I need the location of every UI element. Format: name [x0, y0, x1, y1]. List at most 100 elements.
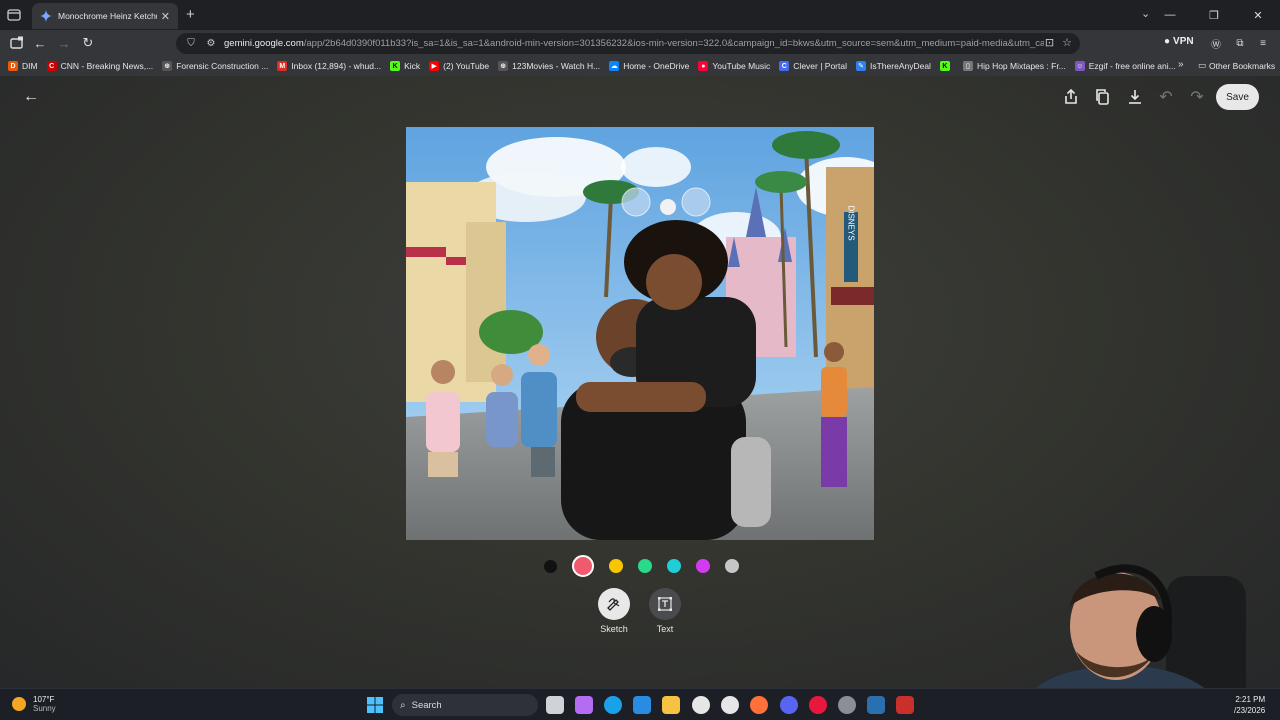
redo-icon[interactable]: ↷: [1188, 88, 1206, 106]
bookmark-icon: ⊕: [498, 61, 509, 71]
copilot-icon[interactable]: [575, 696, 593, 714]
text-icon: [649, 588, 681, 620]
bookmark-icon: M: [277, 61, 288, 71]
weather-widget[interactable]: 107°F Sunny: [12, 695, 56, 713]
text-label: Text: [656, 624, 674, 634]
tab-list-icon[interactable]: [6, 7, 22, 23]
reload-icon[interactable]: ↻: [80, 35, 96, 51]
sun-icon: [12, 697, 26, 711]
bookmark-item[interactable]: ☺ Ezgif - free online ani...: [1074, 61, 1176, 71]
bookmark-item[interactable]: ✎ IsThereAnyDeal: [856, 61, 931, 71]
undo-icon[interactable]: ↶: [1157, 88, 1175, 106]
app-g-icon[interactable]: [721, 696, 739, 714]
site-settings-icon[interactable]: ⚙: [204, 37, 218, 51]
sketch-tool-button[interactable]: Sketch: [589, 588, 639, 634]
discord-icon[interactable]: [780, 696, 798, 714]
window-controls: — ❐ ✕: [1148, 0, 1280, 30]
download-icon[interactable]: [1126, 88, 1144, 106]
more-bookmarks-icon[interactable]: »: [1178, 59, 1184, 70]
weather-desc: Sunny: [33, 704, 56, 713]
app-square-icon[interactable]: [896, 696, 914, 714]
steam-icon[interactable]: [692, 696, 710, 714]
vpn-button[interactable]: ● VPN: [1164, 36, 1194, 47]
clock-time: 2:21 PM: [1235, 695, 1266, 704]
search-label: Search: [411, 699, 442, 711]
folder-icon: ▭: [1198, 60, 1207, 70]
bookmark-star-icon[interactable]: ☆: [1062, 36, 1072, 49]
bookmarks-bar: D DIM C CNN - Breaking News,... ⊕ Forensic …: [0, 56, 1280, 76]
search-icon: ⌕: [400, 699, 406, 711]
color-palette: [544, 554, 754, 578]
bookmark-label: (2) YouTube: [443, 61, 490, 71]
color-swatch-red[interactable]: [572, 555, 594, 577]
taskbar-search[interactable]: ⌕ Search: [392, 694, 538, 716]
color-swatch-green[interactable]: [638, 559, 652, 573]
color-swatch-purple[interactable]: [696, 559, 710, 573]
bookmark-icon: C: [46, 61, 57, 71]
install-app-icon[interactable]: ⊡: [1045, 36, 1054, 49]
back-arrow-icon[interactable]: ←: [22, 88, 40, 106]
bookmark-item[interactable]: D DIM: [8, 61, 38, 71]
bookmark-label: Inbox (12,894) - whud...: [291, 61, 382, 71]
firefox-icon[interactable]: [750, 696, 768, 714]
color-swatch-yellow[interactable]: [609, 559, 623, 573]
sketch-icon: [598, 588, 630, 620]
new-tab-icon[interactable]: +: [186, 6, 195, 23]
windows-start-icon[interactable]: [367, 697, 383, 713]
bookmark-item[interactable]: ☁ Home - OneDrive: [609, 61, 689, 71]
color-swatch-cyan[interactable]: [667, 559, 681, 573]
tab-active[interactable]: Monochrome Heinz Ketchup Ed ✕: [32, 3, 178, 29]
bookmark-item[interactable]: ● YouTube Music: [698, 61, 770, 71]
steam-app-icon[interactable]: [867, 696, 885, 714]
bookmark-icon: ▶: [429, 61, 440, 71]
bookmark-item[interactable]: C CNN - Breaking News,...: [46, 61, 153, 71]
bookmark-item[interactable]: ⊕ 123Movies - Watch H...: [498, 61, 600, 71]
bookmark-icon: C: [779, 61, 790, 71]
save-button[interactable]: Save: [1216, 84, 1259, 110]
bookmark-icon: ☺: [1074, 61, 1085, 71]
extensions-icon[interactable]: ⧉: [1233, 36, 1247, 50]
bookmark-label: 123Movies - Watch H...: [512, 61, 601, 71]
other-bookmarks[interactable]: ▭ Other Bookmarks: [1198, 60, 1275, 71]
edited-image[interactable]: DISNEYS: [406, 127, 874, 540]
bookmark-item[interactable]: C Clever | Portal: [779, 61, 847, 71]
store-icon[interactable]: [633, 696, 651, 714]
edge-icon[interactable]: [604, 696, 622, 714]
copy-icon[interactable]: [1094, 88, 1112, 106]
bookmark-label: YouTube Music: [712, 61, 771, 71]
app-circle-icon[interactable]: [838, 696, 856, 714]
bookmark-icon: ☁: [609, 61, 620, 71]
bookmark-item[interactable]: M Inbox (12,894) - whud...: [277, 61, 381, 71]
address-bar[interactable]: ⛉ ⚙ gemini.google.com/app/2b64d0390f011b…: [176, 33, 1080, 54]
back-icon[interactable]: ←: [32, 35, 48, 51]
file-explorer-icon[interactable]: [662, 696, 680, 714]
close-tab-icon[interactable]: ✕: [161, 10, 170, 23]
color-swatch-gray[interactable]: [725, 559, 739, 573]
url-path: /app/2b64d0390f011b33?is_sa=1&is_sa=1&an…: [303, 38, 1044, 49]
bookmark-label: Ezgif - free online ani...: [1088, 61, 1176, 71]
tab-title: Monochrome Heinz Ketchup Ed: [58, 11, 157, 21]
color-swatch-black[interactable]: [544, 559, 557, 573]
sidebar-toggle-icon[interactable]: [9, 35, 25, 51]
share-icon[interactable]: [1062, 88, 1080, 106]
media-player-icon[interactable]: [809, 696, 827, 714]
task-view-icon[interactable]: [546, 696, 564, 714]
bookmark-item[interactable]: ⊕ Forensic Construction ...: [162, 61, 268, 71]
system-clock[interactable]: 2:21 PM /23/2026: [1234, 694, 1265, 716]
bookmark-item[interactable]: K: [939, 61, 954, 71]
minimize-icon[interactable]: —: [1148, 0, 1192, 30]
menu-icon[interactable]: ≡: [1256, 36, 1270, 50]
restore-icon[interactable]: ❐: [1192, 0, 1236, 30]
wallet-extension-icon[interactable]: Ⓦ: [1209, 36, 1223, 51]
disney-photo-illustration: DISNEYS: [406, 127, 874, 540]
forward-icon[interactable]: →: [56, 35, 72, 51]
shield-icon[interactable]: ⛉: [184, 37, 198, 51]
text-tool-button[interactable]: Text: [640, 588, 690, 634]
bookmark-icon: ⊕: [162, 61, 173, 71]
bookmark-item[interactable]: ▶ (2) YouTube: [429, 61, 489, 71]
bookmark-label: Home - OneDrive: [623, 61, 690, 71]
bookmark-item[interactable]: ▯ Hip Hop Mixtapes : Fr...: [962, 61, 1066, 71]
close-window-icon[interactable]: ✕: [1236, 0, 1280, 30]
bookmark-item[interactable]: K Kick: [390, 61, 420, 71]
bookmark-icon: K: [390, 61, 401, 71]
